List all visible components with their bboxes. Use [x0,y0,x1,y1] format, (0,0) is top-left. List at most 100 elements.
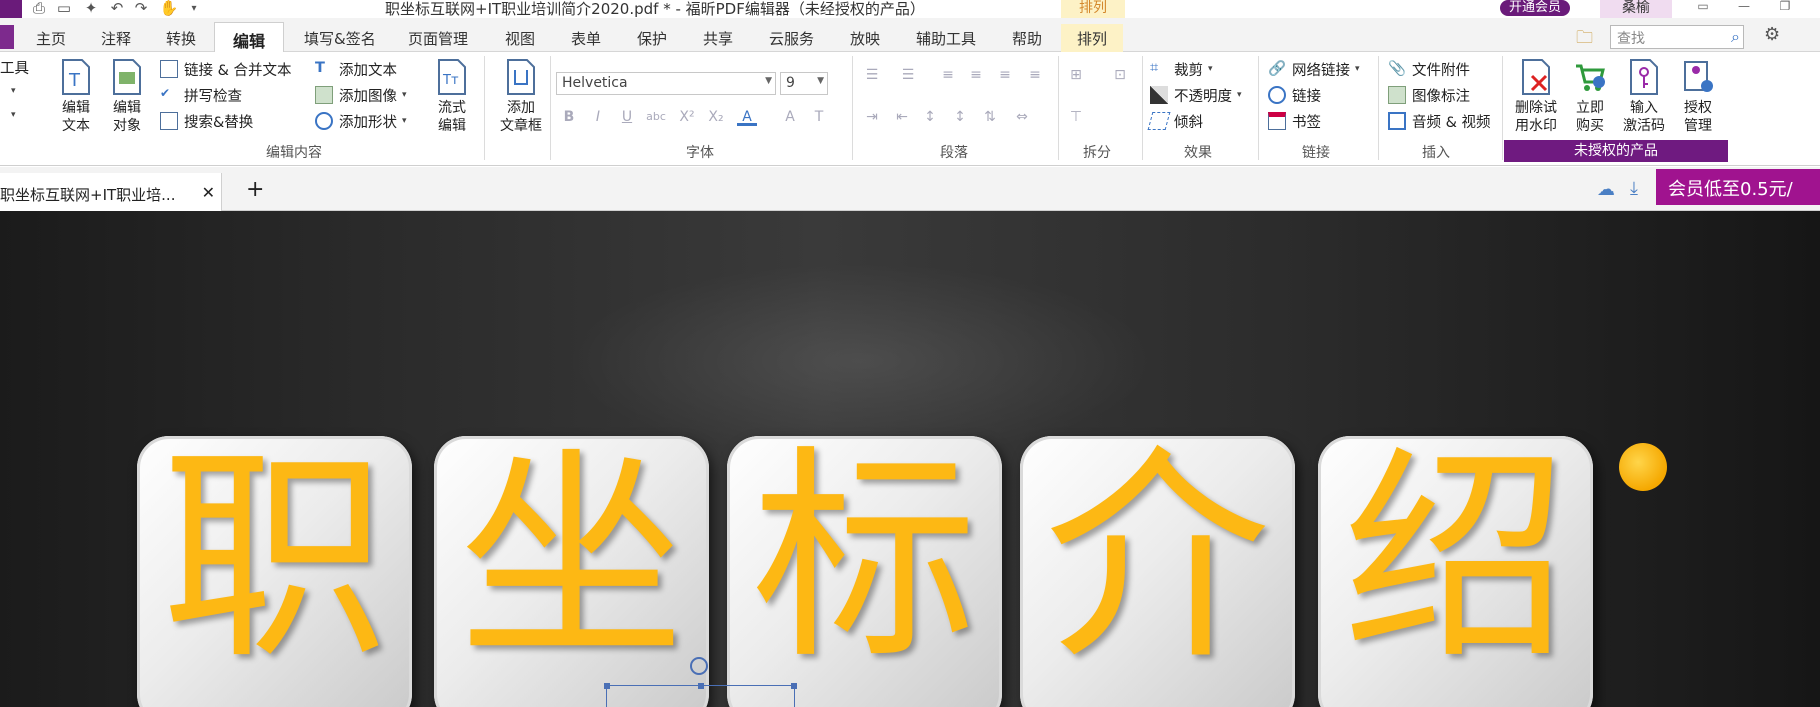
skew-button[interactable]: 倾斜 [1147,110,1203,132]
audio-video-button[interactable]: 音频 & 视频 [1388,110,1491,132]
search-icon[interactable]: ⌕ [1731,27,1740,47]
title-character[interactable]: 职 [137,439,412,679]
user-name[interactable]: 桑榆 [1600,0,1672,18]
spell-check-button[interactable]: ✔ 拼写检查 [160,84,242,106]
crop-button[interactable]: ⌗ 裁剪 ▾ [1150,58,1213,80]
edit-text-button[interactable]: T 编辑 文本 [52,58,100,144]
save-icon[interactable]: ▭ [55,0,73,17]
selection-box[interactable] [604,683,797,707]
align-left-icon[interactable]: ≡ [938,66,958,84]
underline-icon[interactable]: U [617,108,637,126]
file-menu-tab[interactable] [0,25,14,49]
opacity-button[interactable]: 不透明度 ▾ [1150,84,1242,106]
title-character[interactable]: 坐 [434,439,709,679]
split-text-icon[interactable]: ⊤ [1066,108,1086,126]
enter-activation-code-button[interactable]: 输入 激活码 [1620,58,1668,144]
new-tab-plus-icon[interactable]: + [246,177,264,202]
document-tab[interactable]: 职坐标互联网+IT职业培... ✕ [0,173,222,211]
remove-trial-watermark-button[interactable]: 删除试 用水印 [1512,58,1560,144]
hand-tool-icon[interactable]: ✋ [160,0,179,17]
tab-arrange[interactable]: 排列 [1061,24,1124,52]
tab-accessibility-tools[interactable]: 辅助工具 [916,28,976,49]
search-replace-button[interactable]: 搜索&替换 [160,110,253,132]
flow-edit-button[interactable]: Tт 流式 编辑 [428,58,476,144]
close-icon[interactable]: ✕ [202,183,215,202]
tab-share[interactable]: 共享 [703,28,733,49]
bold-icon[interactable]: B [559,108,579,126]
rotate-handle-icon[interactable] [690,657,708,675]
chevron-down-icon[interactable]: ▾ [402,90,407,100]
tab-slideshow[interactable]: 放映 [850,28,880,49]
align-center-icon[interactable]: ≡ [966,66,986,84]
character-spacing-icon[interactable]: T [809,108,829,126]
tab-comment[interactable]: 注释 [101,28,131,49]
minimize-icon[interactable]: — [1735,0,1753,14]
resize-handle[interactable] [604,683,610,689]
character-scale-icon[interactable]: ⇔ [1012,108,1032,126]
print-icon[interactable]: ⎙ [30,0,48,17]
paragraph-spacing-icon[interactable]: ↕ [950,108,970,126]
tab-fill-sign[interactable]: 填写&签名 [304,28,376,49]
tab-page-management[interactable]: 页面管理 [408,28,468,49]
tab-protect[interactable]: 保护 [637,28,667,49]
web-link-button[interactable]: 🔗 网络链接 ▾ [1268,58,1360,80]
tools-button[interactable]: 工具 [0,56,29,78]
bullet-list-icon[interactable]: ☰ [862,66,882,84]
superscript-icon[interactable]: X² [677,108,697,126]
document-canvas[interactable]: 职 坐 标 介 绍 [0,211,1820,707]
file-attachment-button[interactable]: 📎 文件附件 [1388,58,1470,80]
title-character[interactable]: 标 [727,439,1002,679]
license-management-button[interactable]: 授权 管理 [1674,58,1722,144]
resize-handle[interactable] [698,683,704,689]
undo-icon[interactable]: ↶ [108,0,126,17]
title-character[interactable]: 介 [1020,439,1295,679]
ribbon-options-icon[interactable]: ▭ [1694,0,1712,14]
membership-promo-banner[interactable]: 会员低至0.5元/ [1656,169,1820,205]
customize-toolbar-icon[interactable]: ▾ [185,0,203,16]
font-size-select[interactable]: 9 ▼ [780,72,828,95]
chevron-down-icon[interactable]: ▾ [402,116,407,126]
cloud-icon[interactable]: ☁ [1597,179,1615,200]
add-article-box-button[interactable]: 添加 文章框 [493,58,549,144]
tab-convert[interactable]: 转换 [166,28,196,49]
image-annotation-button[interactable]: 图像标注 [1388,84,1470,106]
add-text-button[interactable]: T 添加文本 [315,58,397,80]
subscript-icon[interactable]: X₂ [706,108,726,126]
strikethrough-icon[interactable]: abc [646,108,666,126]
search-folder-icon[interactable]: 🗀 [1576,25,1593,54]
tab-form[interactable]: 表单 [571,28,601,49]
chevron-down-icon[interactable]: ▾ [11,86,16,96]
gear-icon[interactable]: ⚙ [1764,24,1780,45]
tab-help[interactable]: 帮助 [1012,28,1042,49]
justify-icon[interactable]: ≡ [1025,66,1045,84]
italic-icon[interactable]: I [588,108,608,126]
tab-view[interactable]: 视图 [505,28,535,49]
add-shape-button[interactable]: 添加形状 ▾ [315,110,407,132]
indent-increase-icon[interactable]: ⇥ [862,108,882,126]
link-merge-text-button[interactable]: 链接 & 合并文本 [160,58,292,80]
new-file-icon[interactable]: ✦ [82,0,100,17]
tab-cloud-service[interactable]: 云服务 [769,28,814,49]
text-size-icon[interactable]: A [780,108,800,126]
chevron-down-icon[interactable]: ▾ [1237,90,1242,100]
buy-now-button[interactable]: 立即 购买 [1566,58,1614,144]
bookmark-button[interactable]: 书签 [1268,110,1321,132]
search-input[interactable]: 查找 ⌕ [1610,25,1744,49]
resize-handle[interactable] [791,683,797,689]
text-direction-icon[interactable]: ⇅ [980,108,1000,126]
line-spacing-icon[interactable]: ↕ [920,108,940,126]
save-to-cloud-icon[interactable]: ⤓ [1630,178,1638,199]
merge-icon[interactable]: ⊡ [1110,66,1130,84]
chevron-down-icon[interactable]: ▼ [765,76,772,86]
indent-decrease-icon[interactable]: ⇤ [892,108,912,126]
link-button[interactable]: 链接 [1268,84,1321,106]
edit-object-button[interactable]: 编辑 对象 [103,58,151,144]
chevron-down-icon[interactable]: ▾ [11,110,16,120]
chevron-down-icon[interactable]: ▾ [1208,64,1213,74]
chevron-down-icon[interactable]: ▾ [1355,64,1360,74]
add-image-button[interactable]: 添加图像 ▾ [315,84,407,106]
font-color-icon[interactable]: A [737,108,757,126]
chevron-down-icon[interactable]: ▼ [817,76,824,86]
align-right-icon[interactable]: ≡ [995,66,1015,84]
numbered-list-icon[interactable]: ☰ [898,66,918,84]
